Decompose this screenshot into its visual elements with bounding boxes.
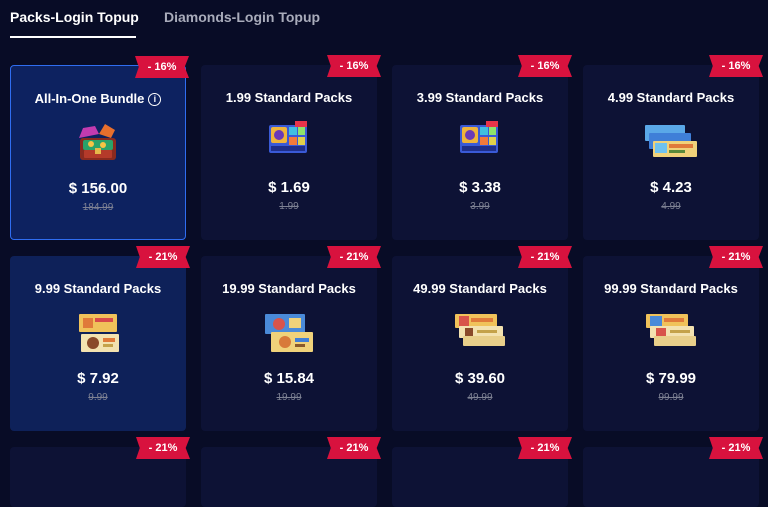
product-title: 9.99 Standard Packs [34, 281, 162, 296]
product-price: $ 79.99 [645, 370, 697, 387]
original-price: 99.99 [658, 392, 684, 403]
discount-badge: - 21% [709, 437, 763, 459]
product-card[interactable]: - 21% [201, 437, 381, 507]
product-price: $ 4.23 [650, 179, 692, 196]
tab-bar: Packs-Login Topup Diamonds-Login Topup [0, 0, 768, 40]
treasure-chest-icon [79, 124, 116, 160]
product-title: 49.99 Standard Packs [413, 281, 547, 296]
product-title: All-In-One Bundle i [11, 91, 185, 106]
active-tab-indicator [10, 36, 136, 38]
discount-badge: - 21% [136, 437, 190, 459]
product-title: 19.99 Standard Packs [222, 281, 356, 296]
discount-badge: - 16% [135, 56, 189, 78]
pack-stack-icon [646, 314, 696, 346]
product-price: $ 15.84 [263, 370, 315, 387]
product-card[interactable]: - 21% [10, 437, 190, 507]
tab-diamonds-login-topup[interactable]: Diamonds-Login Topup [164, 9, 320, 25]
discount-badge: - 21% [327, 246, 381, 268]
discount-badge: - 21% [327, 437, 381, 459]
product-title: 3.99 Standard Packs [416, 90, 544, 105]
product-title: 4.99 Standard Packs [607, 90, 735, 105]
original-price: 1.99 [279, 201, 299, 212]
tab-packs-login-topup[interactable]: Packs-Login Topup [10, 9, 139, 25]
discount-badge: - 16% [518, 55, 572, 77]
product-price: $ 156.00 [68, 180, 128, 197]
original-price: 9.99 [88, 392, 108, 403]
original-price: 184.99 [82, 202, 114, 213]
pack-card-icon [460, 121, 498, 153]
original-price: 3.99 [470, 201, 490, 212]
product-card-9-99-standard-packs[interactable]: - 21% 9.99 Standard Packs $ 7.92 9.99 [10, 246, 190, 431]
original-price: 49.99 [467, 392, 493, 403]
discount-badge: - 21% [518, 246, 572, 268]
product-card-99-99-standard-packs[interactable]: - 21% 99.99 Standard Packs $ 79.99 99.99 [583, 246, 763, 431]
pack-stack-icon [645, 125, 697, 157]
product-title: 99.99 Standard Packs [604, 281, 738, 296]
product-card-19-99-standard-packs[interactable]: - 21% 19.99 Standard Packs $ 15.84 19.99 [201, 246, 381, 431]
original-price: 4.99 [661, 201, 681, 212]
product-card-1-99-standard-packs[interactable]: - 16% 1.99 Standard Packs $ 1.69 1.99 [201, 55, 381, 240]
pack-card-icon [269, 121, 307, 153]
product-card-3-99-standard-packs[interactable]: - 16% 3.99 Standard Packs $ 3.38 3.99 [392, 55, 572, 240]
product-card-49-99-standard-packs[interactable]: - 21% 49.99 Standard Packs $ 39.60 49.99 [392, 246, 572, 431]
product-price: $ 1.69 [268, 179, 310, 196]
discount-badge: - 21% [136, 246, 190, 268]
product-price: $ 7.92 [77, 370, 119, 387]
info-icon[interactable]: i [148, 93, 162, 106]
pack-stack-icon [455, 314, 505, 346]
discount-badge: - 21% [518, 437, 572, 459]
pack-stack-icon [79, 314, 119, 352]
original-price: 19.99 [276, 392, 302, 403]
discount-badge: - 16% [709, 55, 763, 77]
discount-badge: - 21% [709, 246, 763, 268]
product-title: 1.99 Standard Packs [225, 90, 353, 105]
product-card[interactable]: - 21% [392, 437, 572, 507]
product-title-text: All-In-One Bundle [34, 91, 145, 106]
product-card[interactable]: - 21% [583, 437, 763, 507]
product-card-4-99-standard-packs[interactable]: - 16% 4.99 Standard Packs $ 4.23 4.99 [583, 55, 763, 240]
discount-badge: - 16% [327, 55, 381, 77]
product-price: $ 39.60 [454, 370, 506, 387]
product-card-all-in-one-bundle[interactable]: - 16% All-In-One Bundle i $ 156.00 184.99 [10, 56, 189, 240]
product-price: $ 3.38 [459, 179, 501, 196]
pack-stack-icon [265, 314, 313, 352]
